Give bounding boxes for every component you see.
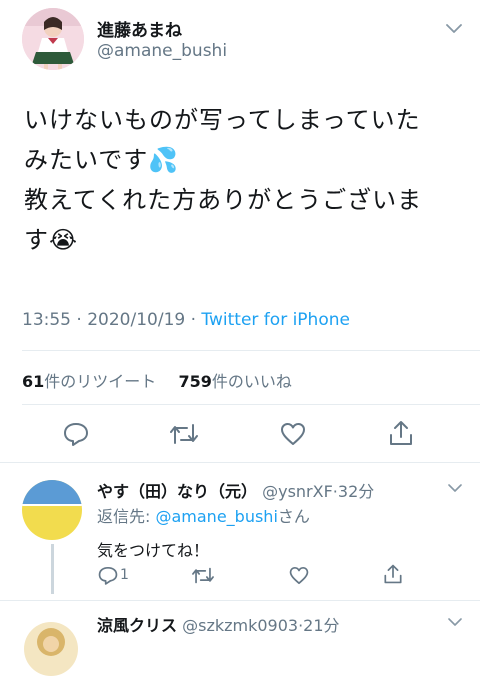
retweet-label: 件のリツイート [44, 372, 157, 391]
chevron-down-icon[interactable] [446, 24, 462, 34]
reply-time: 32分 [337, 482, 375, 501]
tweet-stats: 61件のリツイート 759件のいいね [22, 368, 292, 392]
divider [0, 600, 480, 601]
reply-avatar[interactable] [22, 480, 82, 540]
reply-avatar[interactable] [24, 622, 78, 676]
reply-display-name[interactable]: 涼風クリス [97, 616, 177, 635]
tweet-text-line: 教えてくれた方ありがとうございま [24, 186, 423, 214]
retweet-icon[interactable] [170, 423, 198, 445]
retweet-stat[interactable]: 61件のリツイート [22, 372, 161, 391]
reply-to-handle[interactable]: @amane_bushi [155, 507, 277, 526]
like-stat[interactable]: 759件のいいね [178, 372, 291, 391]
share-icon[interactable] [388, 420, 414, 446]
retweet-count: 61 [22, 372, 45, 391]
tweet-meta: 13:55 · 2020/10/19 · Twitter for iPhone [22, 310, 350, 330]
tweet-time: 13:55 [22, 310, 71, 330]
reply-text: 気をつけてね！ [97, 541, 210, 560]
reply-to: 返信先: @amane_bushiさん [97, 503, 310, 527]
avatar[interactable] [22, 8, 84, 70]
divider [22, 404, 480, 405]
reply-header: 涼風クリス @szkzmk0903·21分 [97, 616, 340, 635]
tweet-text-line: いけないものが写ってしまっていた [24, 106, 421, 134]
divider [22, 350, 480, 351]
handle[interactable]: @amane_bushi [97, 41, 227, 61]
share-icon[interactable] [383, 564, 403, 584]
reply-time: 21分 [303, 616, 340, 635]
reply-to-suffix: さん [277, 507, 310, 526]
thread-line [51, 544, 54, 594]
reply-header: やす（田）なり（元） @ysnrXF·32分 [97, 482, 375, 501]
tweet-text: いけないものが写ってしまっていた みたいです💦 教えてくれた方ありがとうございま… [24, 100, 474, 260]
like-count: 759 [178, 372, 212, 391]
retweet-icon[interactable] [192, 567, 214, 584]
reply-count: 1 [120, 567, 129, 583]
chevron-down-icon[interactable] [448, 484, 462, 493]
tweet-client-link[interactable]: Twitter for iPhone [201, 310, 350, 330]
chevron-down-icon[interactable] [448, 618, 462, 627]
reply-display-name[interactable]: やす（田）なり（元） [97, 482, 257, 501]
like-label: 件のいいね [211, 372, 292, 391]
reply-to-prefix: 返信先: [97, 507, 156, 526]
reply-icon[interactable] [63, 422, 89, 446]
reply-handle[interactable]: @szkzmk0903 [182, 616, 298, 635]
like-icon[interactable] [289, 566, 309, 585]
tweet-date: 2020/10/19 [87, 310, 186, 330]
like-icon[interactable] [280, 422, 306, 446]
display-name[interactable]: 進藤あまね [97, 16, 182, 41]
reply-handle[interactable]: @ysnrXF [262, 482, 333, 501]
divider [0, 462, 480, 463]
tweet-text-line: みたいです💦 [24, 146, 180, 174]
reply-icon[interactable] [98, 566, 118, 585]
tweet-text-line: す😭 [24, 226, 79, 254]
